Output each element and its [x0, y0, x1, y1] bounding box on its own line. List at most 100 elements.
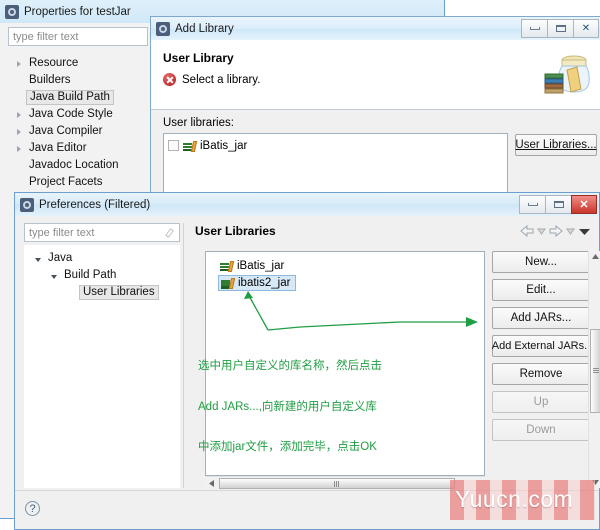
add-library-window[interactable]: Add Library ✕ User Library Select a libr… — [150, 16, 600, 216]
preferences-tree-item-user-libraries[interactable]: User Libraries — [25, 284, 179, 301]
library-icon — [220, 260, 235, 272]
add-jars-button[interactable]: Add JARs... — [492, 307, 590, 329]
close-icon[interactable]: ✕ — [573, 19, 599, 38]
tree-item-label: Build Path — [64, 269, 117, 281]
tree-item-java-editor[interactable]: Java Editor — [8, 140, 153, 157]
add-library-heading: User Library — [163, 51, 234, 65]
add-library-window-controls[interactable]: ✕ — [521, 19, 599, 38]
preferences-page-title: User Libraries — [195, 224, 276, 238]
chevron-right-icon[interactable] — [12, 145, 26, 152]
error-icon — [163, 73, 176, 86]
eclipse-app-icon — [20, 197, 34, 212]
preferences-nav[interactable] — [520, 225, 591, 237]
tree-item-project-facets[interactable]: Project Facets — [8, 174, 153, 191]
preferences-filter-input[interactable]: type filter text — [24, 223, 180, 242]
down-button-label: Down — [526, 424, 556, 436]
chevron-down-icon[interactable] — [47, 273, 61, 279]
tree-item-javadoc-location[interactable]: Javadoc Location — [8, 157, 153, 174]
eclipse-app-icon — [5, 4, 19, 19]
tree-item-label: Javadoc Location — [29, 159, 119, 171]
preferences-tree-item-java[interactable]: Java — [25, 250, 179, 267]
add-library-header: User Library Select a library. — [151, 40, 600, 110]
back-dropdown-icon[interactable] — [537, 227, 546, 236]
up-button[interactable]: Up — [492, 391, 590, 413]
user-libraries-buttons[interactable]: New... Edit... Add JARs... Add External … — [492, 251, 590, 441]
add-external-jars-button[interactable]: Add External JARs.. — [492, 335, 590, 357]
clear-filter-icon[interactable] — [164, 227, 175, 238]
down-button[interactable]: Down — [492, 419, 590, 441]
user-libraries-button[interactable]: User Libraries... — [515, 134, 597, 156]
preferences-window-controls[interactable]: ✕ — [519, 195, 597, 214]
tree-item-java-compiler[interactable]: Java Compiler — [8, 123, 153, 140]
chevron-down-icon[interactable] — [578, 227, 591, 236]
tree-item-label: Resource — [29, 57, 79, 69]
new-button[interactable]: New... — [492, 251, 590, 273]
close-icon[interactable]: ✕ — [571, 195, 597, 214]
tree-item-java-code-style[interactable]: Java Code Style — [8, 106, 153, 123]
user-libraries-label: User libraries: — [163, 117, 234, 129]
tree-item-resource[interactable]: Resource — [8, 55, 153, 72]
minimize-icon[interactable] — [521, 19, 547, 38]
tree-item-label: Project Facets — [29, 176, 103, 188]
properties-filter-input[interactable]: type filter text — [8, 27, 148, 46]
edit-button-label: Edit... — [526, 284, 556, 296]
properties-title: Properties for testJar — [24, 5, 131, 18]
pane-divider[interactable] — [183, 223, 184, 488]
back-arrow-icon[interactable] — [520, 225, 534, 237]
chevron-right-icon[interactable] — [12, 111, 26, 118]
tree-item-label: Java Build Path — [26, 90, 114, 105]
preferences-tree-panel[interactable]: Java Build Path User Libraries — [24, 245, 180, 488]
tree-item-label: Java Code Style — [29, 108, 113, 120]
preferences-tree-item-build-path[interactable]: Build Path — [25, 267, 179, 284]
annotation-line: Add JARs...,向新建的用户自定义库 — [198, 400, 377, 413]
help-question-icon[interactable]: ? — [25, 501, 40, 516]
tree-item-java-build-path[interactable]: Java Build Path — [8, 89, 153, 106]
properties-filter-placeholder: type filter text — [13, 30, 79, 43]
chevron-down-icon[interactable] — [31, 256, 45, 262]
add-jars-button-label: Add JARs... — [510, 312, 572, 324]
preferences-tree[interactable]: Java Build Path User Libraries — [25, 246, 179, 301]
up-button-label: Up — [533, 396, 549, 408]
screenshot-root: Properties for testJar type filter text … — [0, 0, 600, 530]
add-library-message: Select a library. — [182, 73, 261, 86]
tree-item-label: Builders — [29, 74, 71, 86]
list-item[interactable]: iBatis_jar — [164, 137, 507, 154]
edit-button[interactable]: Edit... — [492, 279, 590, 301]
add-external-jars-button-label: Add External JARs.. — [491, 340, 591, 352]
preferences-filter-placeholder: type filter text — [29, 226, 95, 239]
forward-arrow-icon[interactable] — [549, 225, 563, 237]
list-item-label: ibatis2_jar — [238, 277, 291, 289]
page-vertical-scrollbar[interactable] — [588, 251, 600, 488]
tree-item-label: Java Compiler — [29, 125, 103, 137]
list-item[interactable]: iBatis_jar — [206, 257, 484, 274]
chevron-right-icon[interactable] — [12, 60, 26, 67]
forward-dropdown-icon[interactable] — [566, 227, 575, 236]
minimize-icon[interactable] — [519, 195, 545, 214]
add-library-titlebar[interactable]: Add Library ✕ — [151, 17, 600, 40]
properties-tree[interactable]: Resource Builders Java Build Path Java C… — [8, 50, 153, 191]
annotation-line: 中添加jar文件，添加完毕，点击OK — [198, 441, 377, 453]
maximize-icon[interactable] — [547, 19, 573, 38]
preferences-title: Preferences (Filtered) — [39, 198, 151, 211]
remove-button[interactable]: Remove — [492, 363, 590, 385]
add-library-message-row: Select a library. — [163, 73, 260, 86]
remove-button-label: Remove — [519, 368, 563, 380]
list-item-label: iBatis_jar — [200, 139, 248, 152]
maximize-icon[interactable] — [545, 195, 571, 214]
tree-item-builders[interactable]: Builders — [8, 72, 153, 89]
vscroll-thumb[interactable] — [590, 329, 600, 413]
user-libraries-button-label: User Libraries... — [515, 139, 597, 151]
annotation-line: 选中用户自定义的库名称，然后点击 — [198, 360, 382, 372]
jar-with-books-icon — [544, 55, 590, 94]
watermark-text: Yuucn.com — [455, 486, 574, 512]
list-item[interactable]: ibatis2_jar — [218, 275, 296, 291]
library-checkbox[interactable] — [168, 140, 179, 151]
chevron-right-icon[interactable] — [12, 128, 26, 135]
library-icon — [183, 140, 198, 152]
scroll-up-icon[interactable] — [591, 253, 600, 260]
tree-item-label: Java — [48, 252, 73, 264]
list-item-label: iBatis_jar — [237, 259, 285, 272]
new-button-label: New... — [525, 256, 557, 268]
tree-item-label: User Libraries — [79, 285, 159, 300]
preferences-titlebar[interactable]: Preferences (Filtered) ✕ — [15, 193, 599, 216]
